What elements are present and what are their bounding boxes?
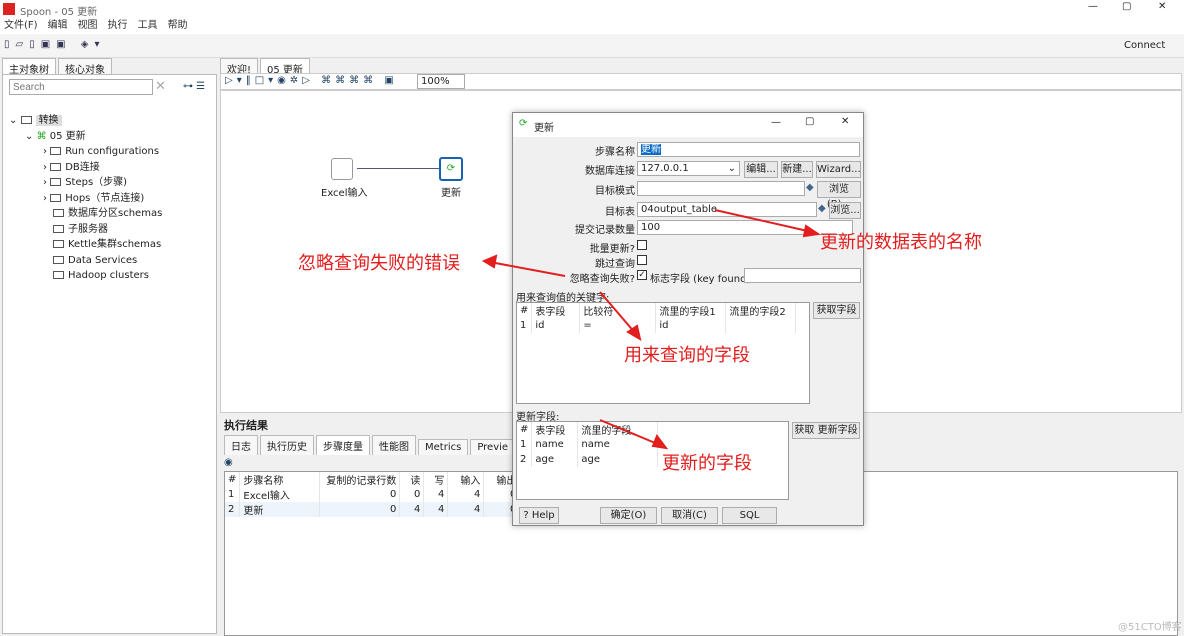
arrow-update [599,419,661,446]
arrowhead [481,254,498,269]
arrow-ignore [489,261,566,277]
annotation-lookup-field: 用来查询的字段 [624,345,750,366]
annotation-table-name: 更新的数据表的名称 [820,232,982,253]
watermark: @51CTO博客 [1118,622,1182,633]
annotation-ignore-error: 忽略查询失败的错误 [298,253,460,274]
arrow-table [714,209,813,233]
arrowhead [802,224,821,238]
annotation-arrows [481,209,821,450]
arrow-keys [599,291,637,335]
arrowhead [651,433,669,450]
annotation-update-fields: 更新的字段 [662,453,752,474]
